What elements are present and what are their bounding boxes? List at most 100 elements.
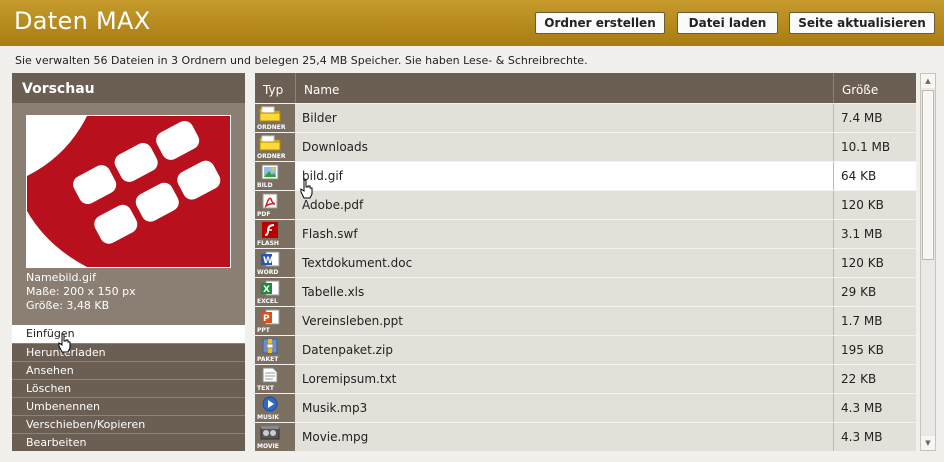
file-size: 120 KB (841, 256, 884, 270)
table-row[interactable]: MUSIK Musik.mp3 4.3 MB (255, 393, 916, 422)
column-divider (833, 220, 834, 248)
file-type-cell: FLASH (255, 220, 295, 248)
file-type-cell: PDF (255, 191, 295, 219)
file-name[interactable]: Musik.mp3 (302, 401, 367, 415)
scroll-up-icon[interactable]: ▲ (921, 74, 935, 88)
column-size[interactable]: Größe (833, 73, 916, 103)
scrollbar-thumb[interactable] (922, 90, 934, 260)
pdf-icon (259, 193, 281, 209)
table-scrollbar[interactable]: ▲ ▼ (920, 73, 936, 451)
preview-meta: Namebild.gif Maße: 200 x 150 px Größe: 3… (26, 271, 136, 313)
action-insert[interactable]: Einfügen (12, 325, 245, 343)
upload-file-button[interactable]: Datei laden (677, 12, 778, 34)
file-size: 22 KB (841, 372, 877, 386)
column-divider (833, 133, 834, 161)
table-row[interactable]: ORDNER Bilder 7.4 MB (255, 103, 916, 132)
preview-title: Vorschau (12, 73, 245, 103)
hand-cursor-icon (300, 179, 313, 199)
column-divider (833, 336, 834, 364)
file-table: Typ Name Größe ORDNER Bilder 7.4 MB ORDNER D… (255, 73, 916, 451)
file-type-cell: ORDNER (255, 104, 295, 132)
column-divider (833, 365, 834, 393)
table-row[interactable]: ORDNER Downloads 10.1 MB (255, 132, 916, 161)
file-name[interactable]: Textdokument.doc (302, 256, 412, 270)
preview-image (26, 115, 231, 268)
file-name[interactable]: Vereinsleben.ppt (302, 314, 403, 328)
table-row[interactable]: P PPT Vereinsleben.ppt 1.7 MB (255, 306, 916, 335)
action-delete[interactable]: Löschen (12, 379, 245, 397)
column-divider (833, 191, 834, 219)
file-type-label: EXCEL (257, 298, 278, 305)
table-row[interactable]: PAKET Datenpaket.zip 195 KB (255, 335, 916, 364)
preview-filesize: Größe: 3,48 KB (26, 299, 110, 312)
file-type-cell: ORDNER (255, 133, 295, 161)
file-type-label: MOVIE (257, 443, 279, 450)
column-divider (833, 423, 834, 451)
svg-text:X: X (263, 285, 270, 295)
file-type-label: MUSIK (257, 414, 280, 421)
file-size: 10.1 MB (841, 140, 891, 154)
file-name[interactable]: Loremipsum.txt (302, 372, 396, 386)
file-type-label: WORD (257, 269, 279, 276)
file-type-cell: BILD (255, 162, 295, 190)
action-rename[interactable]: Umbenennen (12, 397, 245, 415)
image-icon (259, 164, 281, 180)
preview-panel: Vorschau Namebild.gif Maße: 200 x 150 px… (12, 73, 245, 326)
column-divider (833, 394, 834, 422)
file-size: 7.4 MB (841, 111, 883, 125)
folder-icon (259, 135, 281, 151)
movie-icon (259, 425, 281, 441)
file-type-label: PDF (257, 211, 271, 218)
file-name[interactable]: Datenpaket.zip (302, 343, 393, 357)
text-file-icon (259, 367, 281, 383)
file-size: 120 KB (841, 198, 884, 212)
action-move-copy[interactable]: Verschieben/Kopieren (12, 415, 245, 433)
file-type-cell: W WORD (255, 249, 295, 277)
file-size: 3.1 MB (841, 227, 883, 241)
file-type-cell: MOVIE (255, 423, 295, 451)
file-size: 1.7 MB (841, 314, 883, 328)
file-type-label: TEXT (257, 385, 274, 392)
column-divider (833, 104, 834, 132)
table-row[interactable]: X EXCEL Tabelle.xls 29 KB (255, 277, 916, 306)
file-name[interactable]: Flash.swf (302, 227, 358, 241)
column-divider (833, 162, 834, 190)
file-type-cell: MUSIK (255, 394, 295, 422)
table-row[interactable]: W WORD Textdokument.doc 120 KB (255, 248, 916, 277)
table-row[interactable]: PDF Adobe.pdf 120 KB (255, 190, 916, 219)
column-name[interactable]: Name (295, 73, 834, 103)
column-type[interactable]: Typ (255, 73, 295, 103)
file-name[interactable]: Adobe.pdf (302, 198, 363, 212)
powerpoint-icon: P (259, 309, 281, 325)
file-size: 64 KB (841, 169, 877, 183)
file-type-label: BILD (257, 182, 273, 189)
file-size: 4.3 MB (841, 430, 883, 444)
action-download[interactable]: Herunterladen (12, 343, 245, 361)
table-row[interactable]: FLASH Flash.swf 3.1 MB (255, 219, 916, 248)
scroll-down-icon[interactable]: ▼ (921, 436, 935, 450)
preview-filename: Namebild.gif (26, 271, 96, 284)
svg-text:P: P (263, 314, 270, 324)
action-edit[interactable]: Bearbeiten (12, 433, 245, 451)
word-icon: W (259, 251, 281, 267)
file-size: 4.3 MB (841, 401, 883, 415)
music-icon (259, 396, 281, 412)
svg-text:W: W (263, 256, 273, 266)
preview-dimensions: Maße: 200 x 150 px (26, 285, 136, 298)
table-row[interactable]: MOVIE Movie.mpg 4.3 MB (255, 422, 916, 451)
file-size: 195 KB (841, 343, 884, 357)
file-name[interactable]: Bilder (302, 111, 337, 125)
file-name[interactable]: Tabelle.xls (302, 285, 364, 299)
table-row[interactable]: TEXT Loremipsum.txt 22 KB (255, 364, 916, 393)
action-view[interactable]: Ansehen (12, 361, 245, 379)
file-type-label: FLASH (257, 240, 279, 247)
refresh-page-button[interactable]: Seite aktualisieren (789, 12, 935, 34)
excel-icon: X (259, 280, 281, 296)
table-row[interactable]: BILD bild.gif 64 KB (255, 161, 916, 190)
file-type-cell: TEXT (255, 365, 295, 393)
create-folder-button[interactable]: Ordner erstellen (535, 12, 665, 34)
file-type-label: PPT (257, 327, 270, 334)
file-name[interactable]: Movie.mpg (302, 430, 368, 444)
file-name[interactable]: Downloads (302, 140, 368, 154)
column-divider (833, 249, 834, 277)
